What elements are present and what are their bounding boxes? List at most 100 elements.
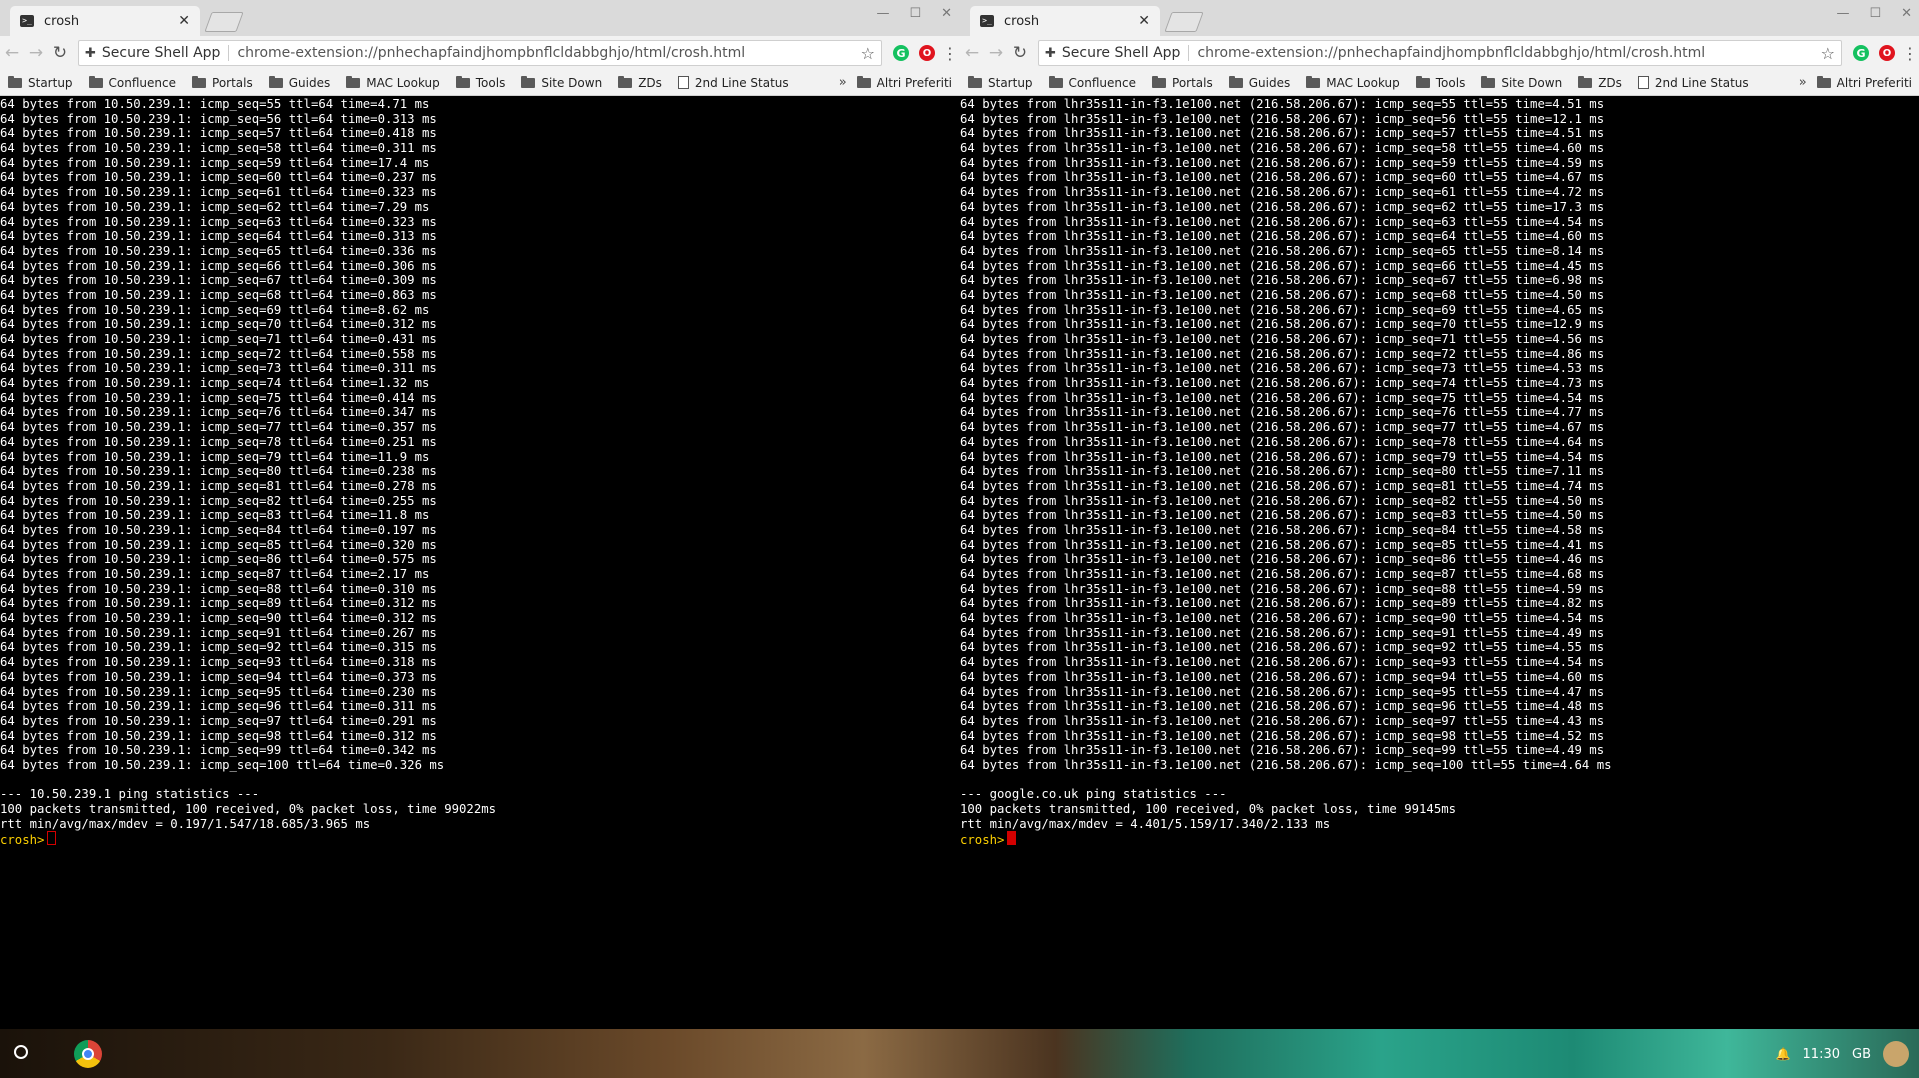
bookmark-confluence[interactable]: Confluence (1048, 75, 1136, 90)
bookmark-zds[interactable]: ZDs (618, 75, 662, 90)
omnibox-app-name: Secure Shell App (1062, 45, 1190, 61)
terminal-line: 64 bytes from lhr35s11-in-f3.1e100.net (… (960, 655, 1605, 670)
folder-icon (88, 75, 103, 88)
grammarly-icon: G (893, 45, 909, 61)
bookmark-star-icon[interactable]: ☆ (1821, 44, 1835, 63)
terminal-line: 64 bytes from lhr35s11-in-f3.1e100.net (… (960, 449, 1605, 464)
omnibox[interactable]: ✚ Secure Shell App chrome-extension://pn… (78, 40, 882, 66)
folder-icon (1578, 75, 1593, 88)
launcher-icon[interactable] (14, 1045, 28, 1059)
terminal-line: 64 bytes from 10.50.239.1: icmp_seq=99 t… (0, 743, 437, 758)
tab-crosh[interactable]: >_ crosh ✕ (10, 6, 200, 36)
bookmark-2nd-line-status[interactable]: 2nd Line Status (1637, 76, 1749, 90)
bookmark-other[interactable]: Altri Preferiti (1816, 75, 1912, 90)
bookmark-startup[interactable]: Startup (8, 75, 73, 90)
terminal-output[interactable]: 64 bytes from lhr35s11-in-f3.1e100.net (… (960, 96, 1919, 1029)
tab-crosh[interactable]: >_ crosh ✕ (970, 6, 1160, 36)
bookmark-2nd-line-status[interactable]: 2nd Line Status (677, 76, 789, 90)
bookmark-mac-lookup[interactable]: MAC Lookup (346, 75, 440, 90)
folder-icon (856, 75, 871, 88)
terminal-line: 64 bytes from 10.50.239.1: icmp_seq=72 t… (0, 346, 437, 361)
minimize-icon[interactable]: — (876, 6, 889, 21)
grammarly-extension[interactable]: G (890, 42, 912, 64)
bookmark-mac-lookup[interactable]: MAC Lookup (1306, 75, 1400, 90)
grammarly-extension[interactable]: G (1850, 42, 1872, 64)
terminal-line: 64 bytes from 10.50.239.1: icmp_seq=80 t… (0, 464, 437, 479)
terminal-line: 64 bytes from lhr35s11-in-f3.1e100.net (… (960, 596, 1605, 611)
new-tab-button[interactable] (1164, 12, 1204, 32)
chrome-icon[interactable] (74, 1040, 102, 1068)
maximize-icon[interactable]: ☐ (1869, 6, 1881, 21)
adblock-extension[interactable]: O (916, 42, 938, 64)
bookmark-tools[interactable]: Tools (455, 75, 505, 90)
terminal-line: 64 bytes from 10.50.239.1: icmp_seq=90 t… (0, 611, 437, 626)
terminal-line: 64 bytes from lhr35s11-in-f3.1e100.net (… (960, 390, 1605, 405)
bookmark-portals[interactable]: Portals (1152, 75, 1213, 90)
terminal-line: 64 bytes from 10.50.239.1: icmp_seq=92 t… (0, 640, 437, 655)
forward-icon[interactable]: → (984, 43, 1008, 63)
bookmark-other[interactable]: Altri Preferiti (856, 75, 952, 90)
terminal-line: 64 bytes from 10.50.239.1: icmp_seq=100 … (0, 757, 445, 772)
bookmark-confluence[interactable]: Confluence (88, 75, 176, 90)
prompt-line[interactable]: crosh> (960, 831, 1919, 847)
folder-icon (1048, 75, 1063, 88)
bookmark-guides[interactable]: Guides (1228, 75, 1290, 90)
terminal-line: rtt min/avg/max/mdev = 4.401/5.159/17.34… (960, 816, 1331, 831)
folder-icon (346, 75, 361, 88)
folder-icon (1816, 75, 1831, 88)
minimize-icon[interactable]: — (1836, 6, 1849, 21)
bookmark-site-down[interactable]: Site Down (521, 75, 603, 90)
prompt: crosh> (0, 833, 45, 848)
bookmark-zds[interactable]: ZDs (1578, 75, 1622, 90)
bookmark-site-down[interactable]: Site Down (1481, 75, 1562, 90)
terminal-line: 64 bytes from lhr35s11-in-f3.1e100.net (… (960, 155, 1605, 170)
maximize-icon[interactable]: ☐ (909, 6, 921, 21)
bookmark-guides[interactable]: Guides (268, 75, 330, 90)
adblock-extension[interactable]: O (1876, 42, 1898, 64)
notification-icon[interactable]: 🔔 (1776, 1047, 1791, 1061)
terminal-line: 64 bytes from 10.50.239.1: icmp_seq=84 t… (0, 522, 437, 537)
browser-window-left: >_ crosh ✕ — ☐ ✕ ← → ↻ ✚ Secure Shell Ap… (0, 0, 960, 1029)
terminal-output[interactable]: 64 bytes from 10.50.239.1: icmp_seq=55 t… (0, 96, 960, 1029)
close-tab-icon[interactable]: ✕ (178, 13, 190, 29)
bookmark-startup[interactable]: Startup (968, 75, 1033, 90)
omnibox-url[interactable]: chrome-extension://pnhechapfaindjhompbnf… (1197, 45, 1820, 61)
terminal-line: 64 bytes from lhr35s11-in-f3.1e100.net (… (960, 478, 1605, 493)
reload-icon[interactable]: ↻ (1008, 43, 1032, 63)
extension-puzzle-icon: ✚ (1045, 45, 1056, 61)
close-window-icon[interactable]: ✕ (1901, 6, 1912, 21)
folder-icon (1306, 75, 1321, 88)
bookmarks-overflow-icon[interactable]: » (1799, 75, 1807, 90)
bookmark-label: ZDs (1598, 75, 1622, 90)
reload-icon[interactable]: ↻ (48, 43, 72, 63)
omnibox[interactable]: ✚ Secure Shell App chrome-extension://pn… (1038, 40, 1842, 66)
new-tab-button[interactable] (204, 12, 244, 32)
page-icon (677, 76, 689, 89)
terminal-line: 64 bytes from lhr35s11-in-f3.1e100.net (… (960, 141, 1605, 156)
shelf: 🔔 11:30 GB (0, 1029, 1919, 1078)
omnibox-url[interactable]: chrome-extension://pnhechapfaindjhompbnf… (237, 45, 860, 61)
grammarly-icon: G (1853, 45, 1869, 61)
back-icon[interactable]: ← (0, 43, 24, 63)
bookmark-portals[interactable]: Portals (192, 75, 253, 90)
menu-icon[interactable]: ⋮ (940, 44, 960, 63)
terminal-line: 64 bytes from lhr35s11-in-f3.1e100.net (… (960, 185, 1605, 200)
status-tray[interactable]: 🔔 11:30 GB (1776, 1041, 1909, 1067)
bookmark-tools[interactable]: Tools (1415, 75, 1465, 90)
back-icon[interactable]: ← (960, 43, 984, 63)
bookmark-star-icon[interactable]: ☆ (861, 44, 875, 63)
prompt-line[interactable]: crosh> (0, 831, 960, 848)
bookmark-label: Site Down (541, 75, 603, 90)
close-window-icon[interactable]: ✕ (941, 6, 952, 21)
bookmarks-bar: Startup Confluence Portals Guides MAC Lo… (960, 70, 1919, 96)
terminal-line: 64 bytes from 10.50.239.1: icmp_seq=88 t… (0, 581, 437, 596)
menu-icon[interactable]: ⋮ (1900, 44, 1919, 63)
bookmark-label: Altri Preferiti (876, 75, 952, 90)
close-tab-icon[interactable]: ✕ (1138, 13, 1150, 29)
bookmarks-overflow-icon[interactable]: » (839, 75, 847, 90)
forward-icon[interactable]: → (24, 43, 48, 63)
terminal-line: 64 bytes from lhr35s11-in-f3.1e100.net (… (960, 346, 1605, 361)
terminal-line: 64 bytes from 10.50.239.1: icmp_seq=82 t… (0, 493, 437, 508)
avatar[interactable] (1883, 1041, 1909, 1067)
